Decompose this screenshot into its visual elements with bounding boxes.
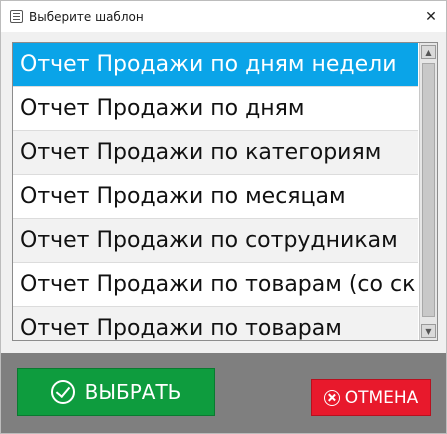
arrow-down-icon: ▼ — [425, 326, 432, 336]
template-list[interactable]: Отчет Продажи по дням недели Отчет Прода… — [12, 42, 438, 341]
app-icon — [10, 10, 23, 23]
scroll-thumb[interactable] — [422, 63, 435, 317]
title-bar[interactable]: Выберите шаблон ✕ — [1, 1, 446, 32]
list-scrollbar[interactable]: ▲ ▼ — [419, 43, 437, 340]
template-item[interactable]: Отчет Продажи по товарам — [13, 307, 418, 340]
arrow-up-icon: ▲ — [425, 47, 432, 57]
cancel-circle-icon — [323, 389, 340, 406]
template-item[interactable]: Отчет Продажи по категориям — [13, 131, 418, 175]
scroll-up-button[interactable]: ▲ — [421, 45, 436, 59]
window-title: Выберите шаблон — [29, 9, 144, 24]
template-item[interactable]: Отчет Продажи по дням — [13, 87, 418, 131]
cancel-button-label: ОТМЕНА — [344, 387, 419, 408]
template-item[interactable]: Отчет Продажи по сотрудникам — [13, 219, 418, 263]
template-item[interactable]: Отчет Продажи по дням недели — [13, 43, 418, 87]
select-button-label: ВЫБРАТЬ — [84, 380, 182, 404]
dialog-window: Выберите шаблон ✕ Отчет Продажи по дням … — [0, 0, 447, 434]
template-item[interactable]: Отчет Продажи по месяцам — [13, 175, 418, 219]
close-button[interactable]: ✕ — [416, 1, 446, 32]
close-icon: ✕ — [425, 8, 437, 25]
cancel-button[interactable]: ОТМЕНА — [311, 379, 431, 416]
scroll-down-button[interactable]: ▼ — [421, 324, 436, 338]
dialog-body: Отчет Продажи по дням недели Отчет Прода… — [1, 32, 446, 433]
check-circle-icon — [50, 380, 75, 404]
template-item[interactable]: Отчет Продажи по товарам (со ск — [13, 263, 418, 307]
button-panel: ВЫБРАТЬ ОТМЕНА — [1, 353, 446, 433]
template-list-items: Отчет Продажи по дням недели Отчет Прода… — [13, 43, 418, 340]
select-button[interactable]: ВЫБРАТЬ — [17, 368, 215, 416]
